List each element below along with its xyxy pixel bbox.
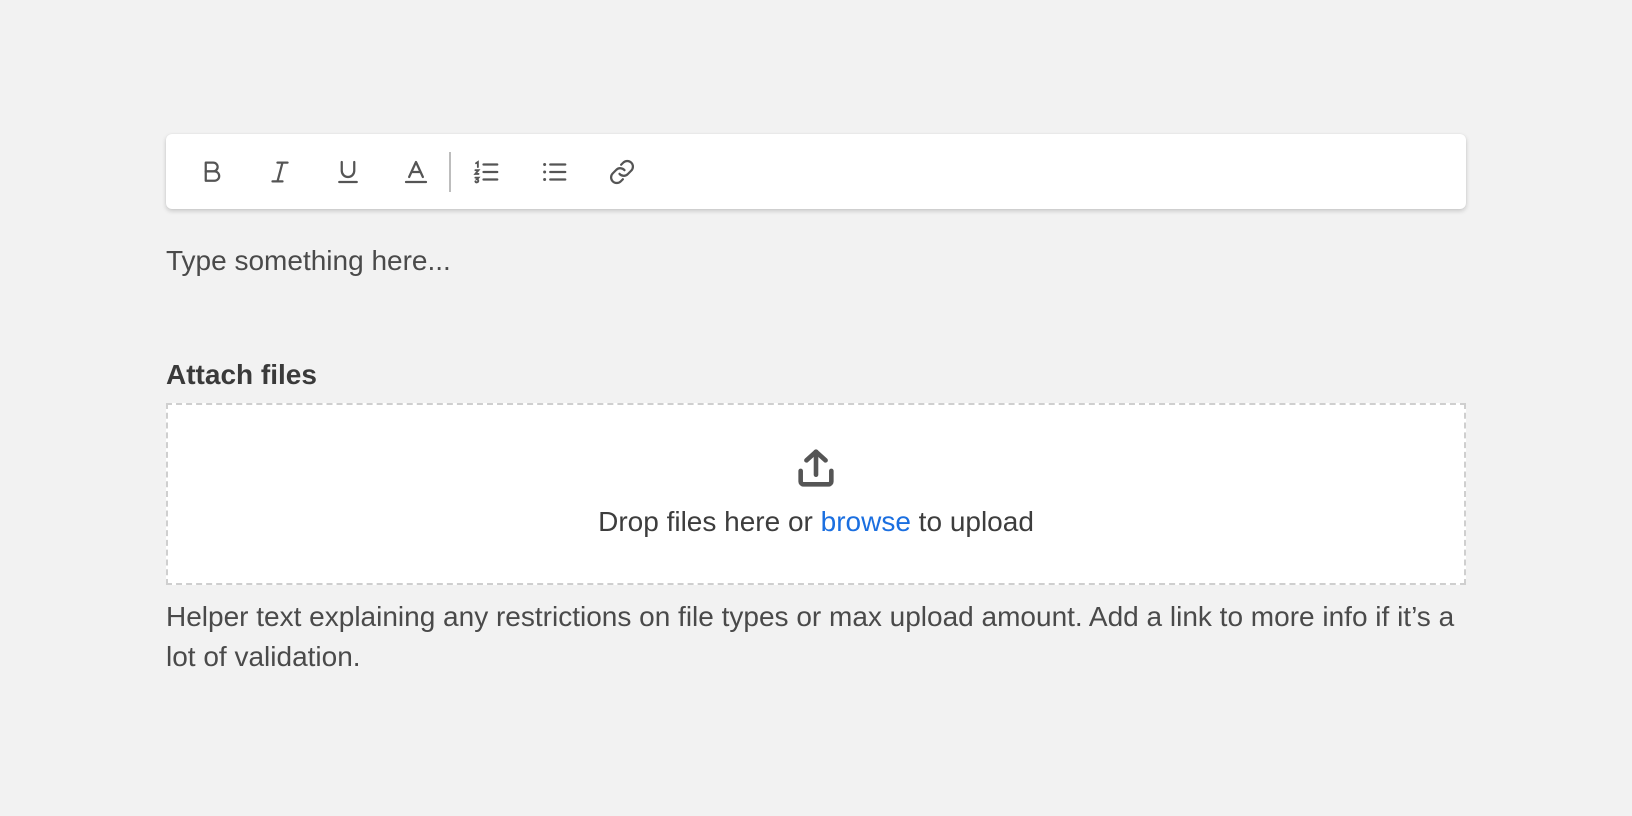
upload-icon	[793, 446, 839, 492]
dropzone-instructions: Drop files here or browse to upload	[598, 506, 1034, 538]
link-icon	[607, 157, 637, 187]
form-container: Attach files Drop files here or browse t…	[166, 134, 1466, 677]
bulleted-list-icon	[539, 157, 569, 187]
italic-icon	[265, 157, 295, 187]
rich-text-editor[interactable]	[166, 245, 1466, 325]
underline-button[interactable]	[323, 147, 373, 197]
underline-icon	[333, 157, 363, 187]
drop-text-suffix: to upload	[910, 506, 1034, 537]
helper-text: Helper text explaining any restrictions …	[166, 601, 1455, 672]
link-button[interactable]	[597, 147, 647, 197]
bold-icon	[197, 157, 227, 187]
toolbar-divider	[449, 151, 451, 192]
drop-text-prefix: Drop files here or	[598, 506, 821, 537]
text-color-button[interactable]	[391, 147, 441, 197]
numbered-list-button[interactable]	[461, 147, 511, 197]
bulleted-list-button[interactable]	[529, 147, 579, 197]
numbered-list-icon	[471, 157, 501, 187]
bold-button[interactable]	[187, 147, 237, 197]
formatting-toolbar	[166, 134, 1466, 209]
browse-link[interactable]: browse	[821, 506, 911, 537]
text-color-icon	[401, 157, 431, 187]
attach-files-label: Attach files	[166, 359, 317, 390]
file-dropzone[interactable]: Drop files here or browse to upload	[166, 403, 1466, 585]
italic-button[interactable]	[255, 147, 305, 197]
